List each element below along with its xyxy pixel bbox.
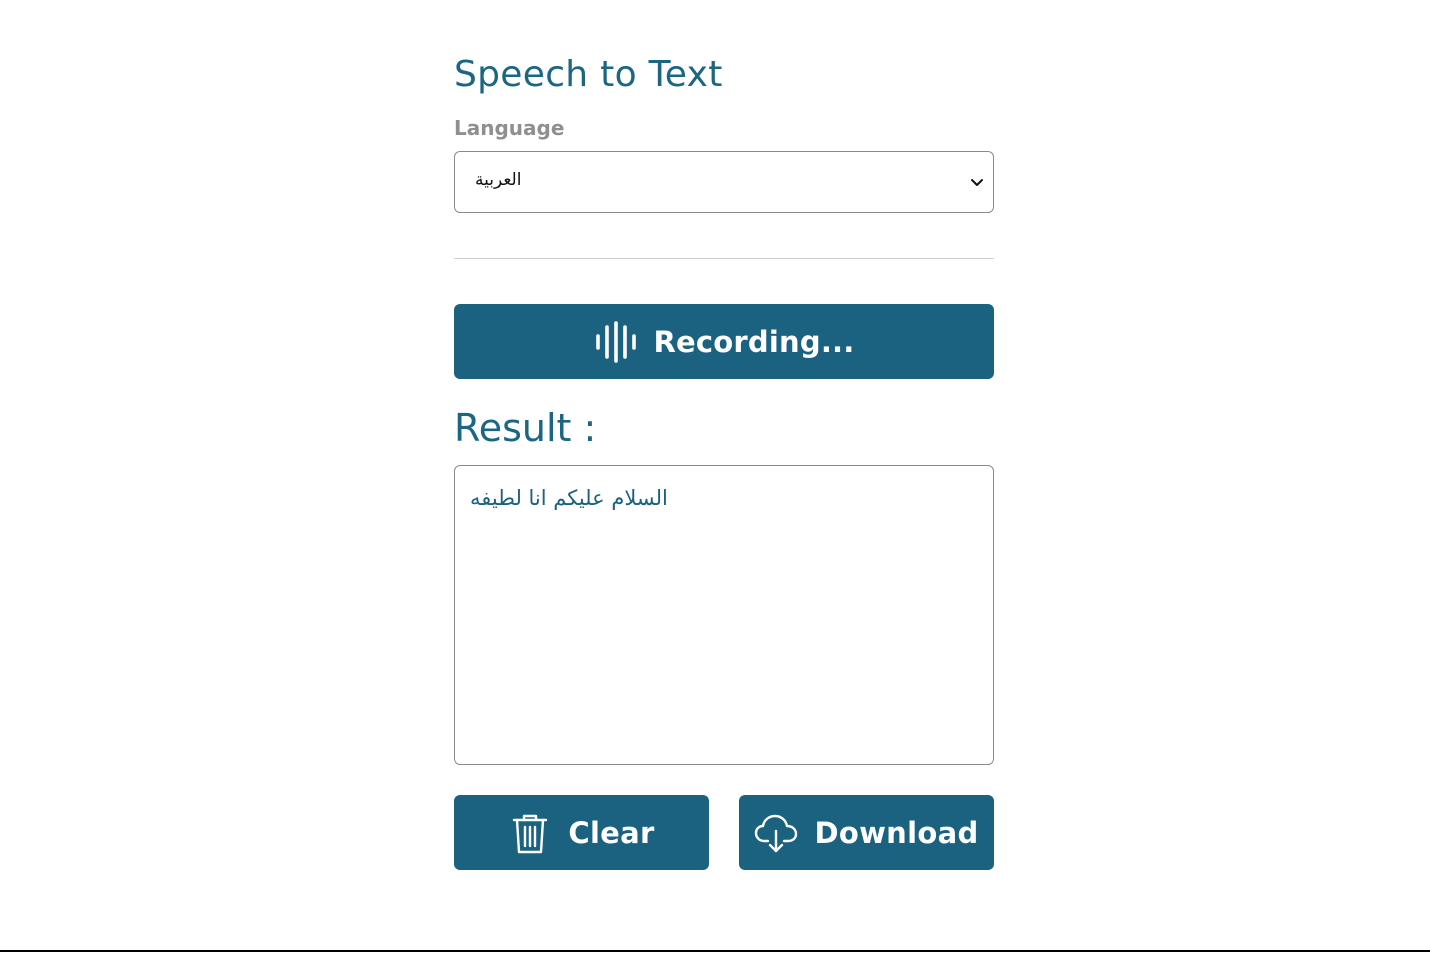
clear-button-label: Clear bbox=[568, 815, 655, 850]
download-button[interactable]: Download bbox=[739, 795, 994, 870]
language-label: Language bbox=[454, 116, 565, 140]
result-heading: Result : bbox=[454, 406, 597, 450]
bottom-border bbox=[0, 950, 1430, 952]
record-button-label: Recording... bbox=[653, 324, 855, 359]
download-button-label: Download bbox=[814, 815, 979, 850]
record-button[interactable]: Recording... bbox=[454, 304, 994, 379]
language-selected-value: العربية bbox=[475, 170, 522, 190]
result-text: السلام عليكم انا لطيفه bbox=[470, 486, 668, 510]
trash-icon bbox=[513, 814, 548, 853]
clear-button[interactable]: Clear bbox=[454, 795, 709, 870]
page: Speech to Text Language العربية Recordin… bbox=[0, 0, 1430, 953]
chevron-down-icon bbox=[971, 179, 983, 186]
page-title: Speech to Text bbox=[454, 54, 723, 95]
divider bbox=[454, 258, 994, 259]
language-select[interactable]: العربية bbox=[454, 151, 994, 213]
sound-wave-icon bbox=[595, 320, 636, 363]
result-textarea[interactable]: السلام عليكم انا لطيفه bbox=[454, 465, 994, 765]
cloud-download-icon bbox=[755, 814, 798, 852]
